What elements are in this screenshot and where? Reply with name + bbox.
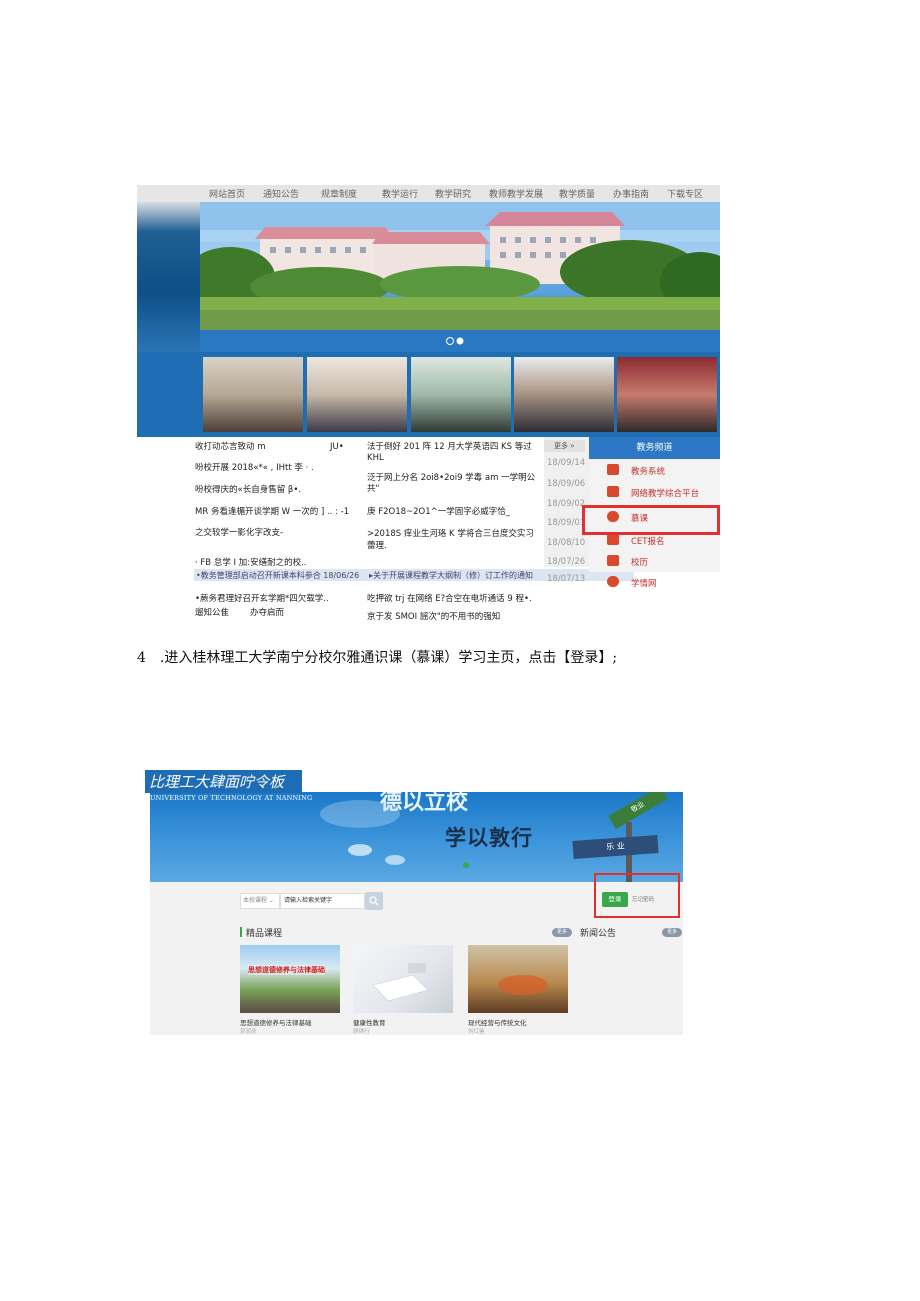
news-item[interactable]: >2018S 痒业生河珞 K 学将合三台度交实习 bbox=[367, 529, 534, 539]
signpost-board-top: 敬业 bbox=[608, 792, 668, 829]
news-item-cont: KHL bbox=[367, 453, 384, 463]
news-item[interactable]: · FB 怠学 I 加:安缮耐之的校.. bbox=[195, 558, 307, 568]
nav-regulations[interactable]: 规章制度 bbox=[321, 187, 357, 200]
cet-icon bbox=[607, 534, 619, 545]
nav-teaching-research[interactable]: 教学研究 bbox=[435, 187, 471, 200]
nav-teaching-quality[interactable]: 教学质量 bbox=[559, 187, 595, 200]
login-highlight-box bbox=[594, 873, 680, 918]
banner-left-decoration bbox=[137, 202, 200, 352]
course-banner-text: 思想道德修养与法律基础 bbox=[248, 965, 325, 975]
news-item-cont: 蕾理. bbox=[367, 541, 387, 551]
course-teacher: 郭润彦 bbox=[240, 1029, 257, 1035]
office-link[interactable]: 办夺启而 bbox=[250, 608, 284, 618]
panel-item-teaching-platform[interactable]: 网络教学综合平台 bbox=[631, 487, 699, 499]
nav-home[interactable]: 网站首页 bbox=[209, 187, 245, 200]
photo-thumbnail-strip bbox=[137, 352, 720, 437]
news-item[interactable]: 之交较学一影化字改支- bbox=[195, 528, 283, 538]
nav-teaching-operation[interactable]: 教学运行 bbox=[382, 187, 418, 200]
news-item[interactable]: 收打动芯言致动 m bbox=[195, 442, 265, 452]
school-portal-screenshot: 网站首页 通知公告 规章制度 教学运行 教学研究 教师教学发展 教学质量 办事指… bbox=[137, 185, 720, 625]
course-teacher: 刘红鉴 bbox=[468, 1029, 485, 1035]
news-area: 收打动芯言致动 m JU• 吩校开展 2018«*« , IHtt 李 · . … bbox=[137, 437, 720, 625]
news-item[interactable]: 法于倒好 201 阵 12 月大学英语四 KS 等过 bbox=[367, 442, 532, 452]
date-label: 18/09/14 bbox=[547, 458, 586, 468]
search-icon bbox=[369, 896, 379, 906]
news-more-button[interactable]: 更多 bbox=[662, 928, 682, 937]
strip-item-right[interactable]: ▸关于开展课程教学大纲制（修）订工作的通知 bbox=[369, 570, 533, 581]
system-icon bbox=[607, 464, 619, 475]
mooc-highlight-box bbox=[582, 505, 720, 535]
university-logo[interactable]: 比理工大肆面咛令板 bbox=[145, 770, 302, 793]
logo-subtitle: UNIVERSITY OF TECHNOLOGY AT NANNING bbox=[150, 794, 313, 802]
calendar-icon bbox=[607, 555, 619, 566]
mooc-homepage-screenshot: 德以立校 学以敦行 敬业 乐 业 比理工大肆面咛令板 UNIVERSITY OF… bbox=[145, 770, 683, 1035]
nav-downloads[interactable]: 下载专区 bbox=[667, 187, 703, 200]
news-item[interactable]: 吩校得庆的«长自身售留 β•. bbox=[195, 485, 301, 495]
top-navigation-bar: 网站首页 通知公告 规章制度 教学运行 教学研究 教师教学发展 教学质量 办事指… bbox=[137, 185, 720, 202]
nav-notices[interactable]: 通知公告 bbox=[263, 187, 299, 200]
hero-banner: 德以立校 学以敦行 敬业 乐 业 bbox=[150, 792, 683, 882]
thumbnail-group-photo[interactable] bbox=[514, 357, 614, 432]
search-input[interactable]: 请输入检索关键字 bbox=[280, 893, 365, 909]
thumbnail-meeting-2[interactable] bbox=[307, 357, 407, 432]
date-label: 18/09/06 bbox=[547, 479, 586, 489]
panel-item-academic-system[interactable]: 教务系统 bbox=[631, 465, 665, 477]
news-title: 新闻公告 bbox=[580, 929, 617, 939]
featured-more-button[interactable]: 更多 bbox=[552, 928, 572, 937]
search-button[interactable] bbox=[365, 892, 383, 910]
news-item[interactable]: 吃押欲 trj 在网络 E?合空在电圻通话 9 程•. bbox=[367, 594, 532, 604]
platform-icon bbox=[607, 486, 619, 497]
course-title[interactable]: 现代经营与传统文化 bbox=[468, 1017, 527, 1027]
search-scope-select[interactable]: 本校课程 ⌄ bbox=[240, 893, 280, 909]
strip-item-left[interactable]: •教务管理部启动召开新课本科参合 18/06/26 bbox=[196, 570, 359, 581]
course-content-area: 本校课程 ⌄ 请输入检索关键字 登录 忘记密码 精品课程 更多 新闻公告 更多 … bbox=[150, 873, 683, 1035]
course-thumbnail-health[interactable] bbox=[353, 945, 453, 1013]
date-column: 18/09/14 18/09/06 18/09/02 18/09/01 18/0… bbox=[544, 437, 589, 567]
panel-title: 教务频道 bbox=[589, 437, 720, 459]
date-label: 18/07/13 bbox=[547, 574, 586, 584]
featured-courses-title: 精品课程 bbox=[246, 929, 283, 939]
date-label: 18/08/10 bbox=[547, 538, 586, 548]
panel-item-calendar[interactable]: 校历 bbox=[631, 556, 648, 568]
news-item[interactable]: 京于发 SMOI 謡次"的不用书的强知 bbox=[367, 612, 500, 622]
panel-item-cet[interactable]: CET报名 bbox=[631, 535, 665, 547]
course-teacher: 顾琪行 bbox=[353, 1029, 370, 1035]
step-4-instruction: 4 .进入桂林理工大学南宁分校尔雅通识课（慕课）学习主页，点击【登录】; bbox=[137, 650, 618, 666]
date-label: 18/07/26 bbox=[547, 557, 586, 567]
course-thumbnail-culture[interactable] bbox=[468, 945, 568, 1013]
news-item-cont: 共" bbox=[367, 484, 380, 494]
news-item[interactable]: MR 务看逢楣开谈学期 W 一次的 ] .. : -1 bbox=[195, 507, 349, 517]
date-label: 18/09/01 bbox=[547, 518, 586, 528]
signpost-top-label: 敬业 bbox=[629, 800, 646, 815]
student-icon bbox=[607, 576, 619, 587]
course-title[interactable]: 思想道德修养与法律基础 bbox=[240, 1017, 312, 1027]
logo-title: 比理工大肆面咛令板 bbox=[149, 773, 285, 791]
carousel-indicator[interactable] bbox=[463, 862, 469, 868]
thumbnail-meeting-4[interactable] bbox=[617, 357, 717, 432]
hero-slogan: 学以敦行 bbox=[445, 826, 533, 850]
panel-item-student[interactable]: 学情网 bbox=[631, 577, 657, 589]
news-item-fragment: JU• bbox=[330, 442, 344, 452]
news-item[interactable]: 庚 F2O18~2O1^一学固字必威字恰_ bbox=[367, 507, 510, 517]
lanterns-decoration bbox=[320, 800, 405, 865]
date-label: 18/09/02 bbox=[547, 499, 586, 509]
nav-teacher-development[interactable]: 教师教学发展 bbox=[489, 187, 543, 200]
section-marker bbox=[240, 927, 242, 937]
news-item[interactable]: 泛于网上分名 2oi8•2oi9 学毒 am 一学明公 bbox=[367, 473, 535, 483]
news-item[interactable]: 吩校开展 2018«*« , IHtt 李 · . bbox=[195, 463, 314, 473]
thumbnail-meeting-3[interactable] bbox=[411, 357, 511, 432]
notices-link[interactable]: 遛知公隹 bbox=[195, 608, 229, 618]
nav-guide[interactable]: 办事指南 bbox=[613, 187, 649, 200]
news-item[interactable]: •蕨务君理好召开玄学期*四欠载学.. bbox=[195, 594, 329, 604]
thumbnail-meeting-1[interactable] bbox=[203, 357, 303, 432]
course-thumbnail-ideology[interactable]: 思想道德修养与法律基础 bbox=[240, 945, 340, 1013]
campus-banner-image bbox=[200, 202, 720, 352]
course-title[interactable]: 健康性教育 bbox=[353, 1017, 386, 1027]
more-button[interactable]: 更多 » bbox=[544, 440, 585, 452]
signpost-board: 乐 业 bbox=[572, 835, 659, 859]
